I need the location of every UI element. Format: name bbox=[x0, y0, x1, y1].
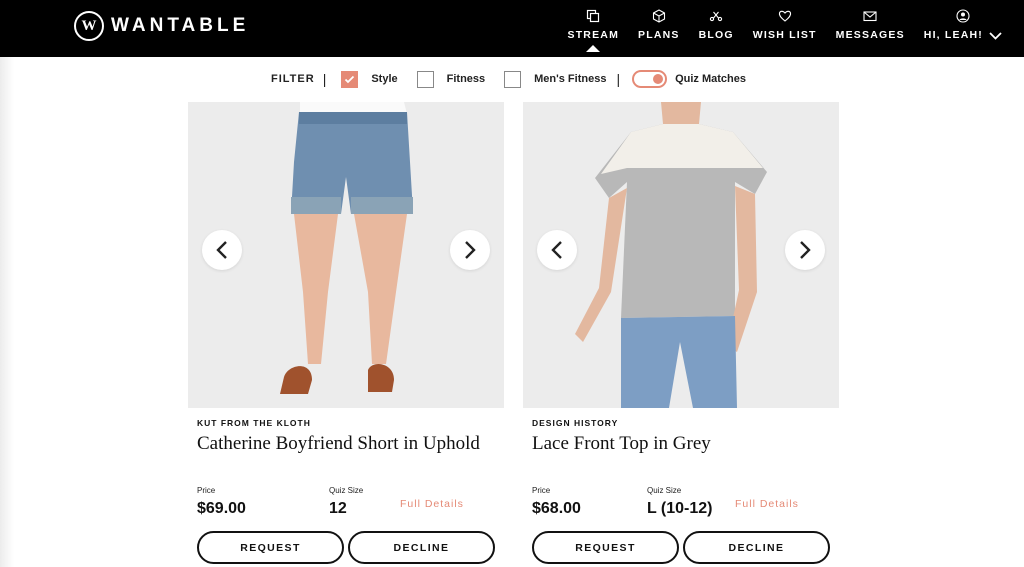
quiz-size-label: Quiz Size bbox=[329, 486, 364, 495]
nav-label-user: HI, LEAH! bbox=[923, 29, 983, 41]
chevron-left-icon bbox=[551, 241, 562, 259]
blog-icon bbox=[710, 11, 723, 22]
logo-badge-icon: W bbox=[74, 11, 104, 41]
product-photo[interactable] bbox=[188, 102, 504, 408]
price-value: $68.00 bbox=[532, 500, 581, 517]
filter-separator: | bbox=[322, 71, 327, 87]
quiz-size-label: Quiz Size bbox=[647, 486, 682, 495]
fitness-label[interactable]: Fitness bbox=[447, 73, 486, 85]
request-button[interactable]: REQUEST bbox=[197, 531, 344, 564]
filter-bar: FILTER | Style Fitness Men's Fitness | Q… bbox=[271, 69, 765, 89]
nav-item-plans[interactable]: PLANS bbox=[638, 9, 680, 41]
sidebar-edge bbox=[0, 57, 14, 567]
main-nav: STREAM PLANS BLOG WISH LIST MESSAGES HI,… bbox=[567, 9, 1002, 52]
price-label: Price bbox=[197, 486, 216, 495]
decline-button[interactable]: DECLINE bbox=[683, 531, 830, 564]
mens-fitness-label[interactable]: Men's Fitness bbox=[534, 73, 606, 85]
active-indicator bbox=[586, 45, 601, 52]
mens-fitness-checkbox[interactable] bbox=[504, 70, 522, 88]
full-details-link[interactable]: Full Details bbox=[735, 498, 799, 510]
next-image-button[interactable] bbox=[450, 230, 490, 270]
quiz-matches-label[interactable]: Quiz Matches bbox=[675, 73, 746, 85]
filter-separator: | bbox=[616, 71, 621, 87]
decline-button[interactable]: DECLINE bbox=[348, 531, 495, 564]
chevron-left-icon bbox=[216, 241, 227, 259]
stream-icon bbox=[587, 9, 600, 23]
product-card: KUT FROM THE KLOTH Catherine Boyfriend S… bbox=[188, 102, 504, 564]
product-title: Lace Front Top in Grey bbox=[532, 433, 711, 454]
price-value: $69.00 bbox=[197, 500, 246, 517]
full-details-link[interactable]: Full Details bbox=[400, 498, 464, 510]
heart-icon bbox=[778, 10, 791, 22]
next-image-button[interactable] bbox=[785, 230, 825, 270]
wantable-logo[interactable]: W WANTABLE bbox=[74, 11, 249, 41]
nav-item-user-menu[interactable]: HI, LEAH! bbox=[924, 9, 1002, 41]
toggle-knob bbox=[653, 74, 664, 84]
nav-item-blog[interactable]: BLOG bbox=[699, 9, 734, 41]
chevron-right-icon bbox=[800, 241, 811, 259]
request-button[interactable]: REQUEST bbox=[532, 531, 679, 564]
product-meta: Price $69.00 Quiz Size 12 Full Details bbox=[197, 486, 497, 526]
quiz-size-value: 12 bbox=[329, 500, 347, 517]
chevron-down-icon bbox=[989, 32, 1002, 40]
style-label[interactable]: Style bbox=[371, 73, 397, 85]
nav-label-messages: MESSAGES bbox=[835, 29, 905, 41]
logo-text: WANTABLE bbox=[111, 15, 250, 36]
style-checkbox[interactable] bbox=[341, 70, 359, 88]
product-brand: KUT FROM THE KLOTH bbox=[197, 418, 311, 428]
product-brand: DESIGN HISTORY bbox=[532, 418, 619, 428]
quiz-matches-toggle[interactable] bbox=[632, 70, 668, 88]
product-title: Catherine Boyfriend Short in Uphold bbox=[197, 433, 480, 454]
user-icon bbox=[956, 9, 970, 23]
product-photo[interactable] bbox=[523, 102, 839, 408]
quiz-size-value: L (10-12) bbox=[647, 500, 713, 517]
chevron-right-icon bbox=[465, 241, 476, 259]
envelope-icon bbox=[863, 11, 877, 22]
nav-item-messages[interactable]: MESSAGES bbox=[836, 9, 905, 41]
check-icon bbox=[345, 75, 355, 83]
nav-label-blog: BLOG bbox=[698, 29, 734, 41]
prev-image-button[interactable] bbox=[202, 230, 242, 270]
top-nav-bar: W WANTABLE STREAM PLANS BLOG WISH LIST M… bbox=[0, 0, 1024, 57]
product-card: DESIGN HISTORY Lace Front Top in Grey Pr… bbox=[523, 102, 839, 564]
box-icon bbox=[652, 9, 665, 23]
nav-item-stream[interactable]: STREAM bbox=[567, 9, 620, 52]
prev-image-button[interactable] bbox=[537, 230, 577, 270]
nav-label-stream: STREAM bbox=[567, 29, 620, 41]
nav-item-wish-list[interactable]: WISH LIST bbox=[753, 9, 817, 41]
product-meta: Price $68.00 Quiz Size L (10-12) Full De… bbox=[532, 486, 832, 526]
price-label: Price bbox=[532, 486, 551, 495]
fitness-checkbox[interactable] bbox=[416, 70, 434, 88]
filter-label: FILTER bbox=[271, 73, 315, 85]
nav-label-wish-list: WISH LIST bbox=[752, 29, 817, 41]
nav-label-plans: PLANS bbox=[638, 29, 680, 41]
